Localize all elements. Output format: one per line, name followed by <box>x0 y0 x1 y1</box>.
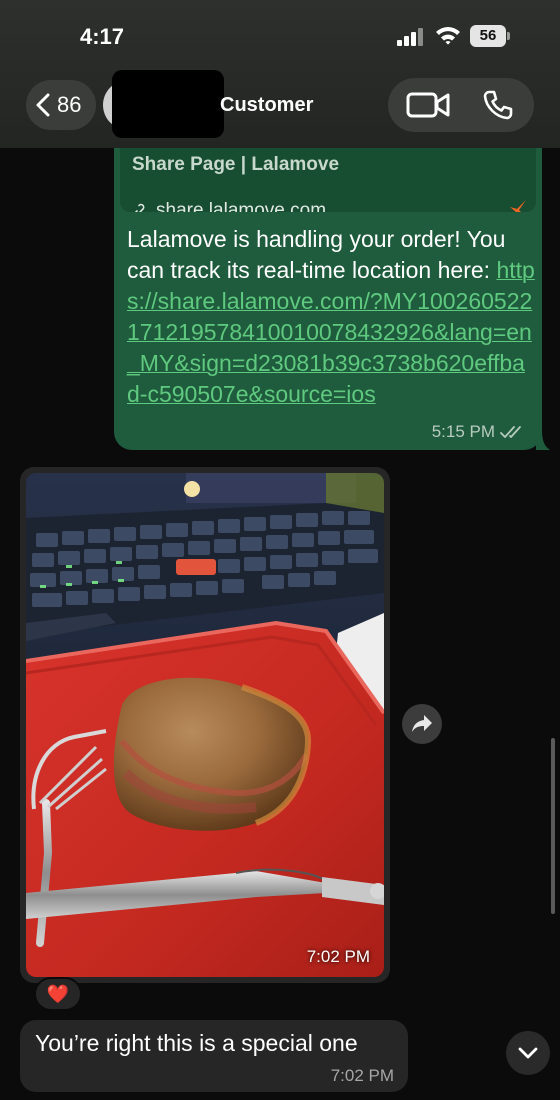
photo-message-bubble[interactable]: 7:02 PM <box>20 467 390 983</box>
call-controls <box>388 78 534 132</box>
scrollbar[interactable] <box>551 738 555 914</box>
wifi-icon <box>436 27 460 45</box>
message-time: 7:02 PM <box>330 1066 394 1085</box>
message-body: Lalamove is handling your order! You can… <box>127 226 506 283</box>
battery-level: 56 <box>470 25 506 47</box>
message-meta: 5:15 PM <box>432 422 526 442</box>
scroll-to-bottom-button[interactable] <box>506 1031 550 1075</box>
lalamove-logo-icon <box>510 200 526 212</box>
outgoing-message-bubble[interactable]: Share Page | Lalamove share.lalamove.com… <box>114 120 542 450</box>
forward-button[interactable] <box>402 704 442 744</box>
link-icon <box>134 203 145 212</box>
message-text: You’re right this is a special one <box>35 1030 358 1056</box>
forward-arrow-icon <box>412 715 432 732</box>
phone-call-icon[interactable] <box>482 89 514 121</box>
message-time: 5:15 PM <box>431 422 495 441</box>
steak-photo[interactable]: 7:02 PM <box>26 473 384 977</box>
link-preview-domain-row: share.lalamove.com <box>130 200 326 212</box>
status-time: 4:17 <box>80 24 125 49</box>
chevron-down-icon <box>518 1047 538 1059</box>
photo-message-time: 7:02 PM <box>306 947 370 966</box>
contact-name[interactable]: Customer <box>220 94 313 117</box>
link-preview-domain: share.lalamove.com <box>156 200 327 212</box>
link-preview-card[interactable]: Share Page | Lalamove share.lalamove.com <box>120 140 536 212</box>
video-call-icon[interactable] <box>406 91 450 119</box>
chevron-left-icon <box>36 93 50 117</box>
bubble-tail <box>536 430 550 450</box>
battery-icon: 56 <box>470 25 510 47</box>
heart-reaction[interactable]: ❤️ <box>34 977 82 1011</box>
redaction-block <box>112 70 224 138</box>
status-bar: 4:17 56 <box>0 0 560 72</box>
link-preview-title: Share Page | Lalamove <box>132 154 340 175</box>
back-button[interactable]: 86 <box>26 80 96 130</box>
cellular-signal-icon <box>397 28 425 46</box>
photo-illustration <box>26 473 384 977</box>
incoming-message-bubble[interactable]: You’re right this is a special one 7:02 … <box>20 1020 408 1092</box>
unread-count: 86 <box>57 92 82 117</box>
read-receipt-icon <box>500 426 521 438</box>
message-text: Lalamove is handling your order! You can… <box>127 224 535 410</box>
